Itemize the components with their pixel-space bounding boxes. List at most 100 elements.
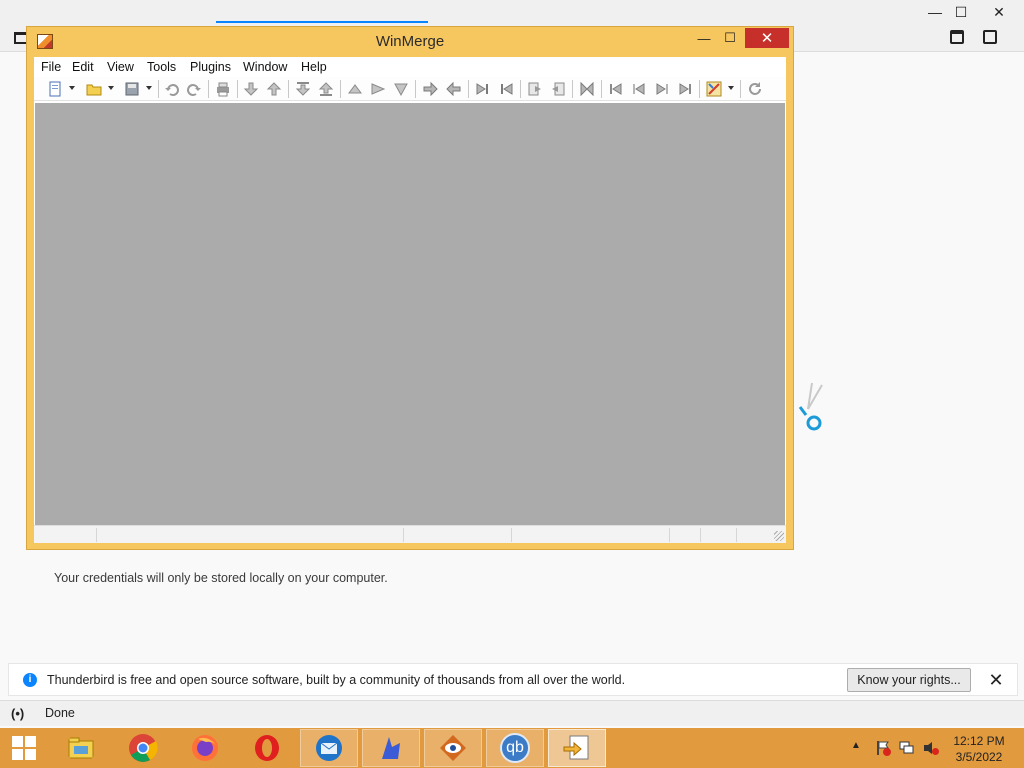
thunderbird-titlebar: — ☐ ✕: [0, 0, 1024, 26]
menu-help[interactable]: Help: [301, 60, 327, 74]
toolbar-separator: [520, 80, 521, 98]
menu-edit[interactable]: Edit: [72, 60, 94, 74]
nav-prev-icon[interactable]: [631, 81, 647, 97]
menu-view[interactable]: View: [107, 60, 134, 74]
first-diff-icon[interactable]: [295, 81, 311, 97]
copy-left-icon[interactable]: [446, 81, 462, 97]
notification-bar: i Thunderbird is free and open source so…: [8, 663, 1018, 696]
winmerge-window: WinMerge — ☐ ✕ File Edit View Tools Plug…: [26, 26, 794, 550]
status-pane: [669, 528, 670, 542]
winmerge-title: WinMerge: [375, 33, 445, 50]
credentials-note: Your credentials will only be stored loc…: [54, 571, 388, 585]
status-pane: [511, 528, 512, 542]
menu-file[interactable]: File: [41, 60, 61, 74]
toolbar-separator: [572, 80, 573, 98]
copy-right-advance-icon[interactable]: [475, 81, 491, 97]
status-pane: [403, 528, 404, 542]
winmerge-workspace: [35, 103, 785, 525]
toolbar-separator: [158, 80, 159, 98]
know-your-rights-button[interactable]: Know your rights...: [847, 668, 971, 692]
toolbar-separator: [415, 80, 416, 98]
save-icon[interactable]: [124, 81, 140, 97]
redo-icon[interactable]: [186, 81, 202, 97]
prev-diff-icon[interactable]: [266, 81, 282, 97]
thunderbird-task[interactable]: [300, 729, 358, 767]
merge-icon[interactable]: [579, 81, 595, 97]
open-dropdown-icon[interactable]: [108, 86, 114, 90]
winmerge-maximize-button[interactable]: ☐: [717, 28, 743, 48]
status-pane: [736, 528, 737, 542]
network-icon[interactable]: [899, 740, 915, 756]
file-explorer-icon: [68, 737, 94, 759]
new-icon[interactable]: [47, 81, 63, 97]
app-blue-task[interactable]: [362, 729, 420, 767]
thunderbird-close-button[interactable]: ✕: [984, 0, 1014, 24]
chrome-icon: [129, 734, 158, 762]
open-icon[interactable]: [86, 81, 102, 97]
next-conflict-icon[interactable]: [370, 81, 386, 97]
options-icon[interactable]: [706, 81, 722, 97]
winmerge-task-icon: [563, 735, 589, 760]
notification-text: Thunderbird is free and open source soft…: [47, 673, 626, 687]
toolbar-separator: [340, 80, 341, 98]
nav-next-icon[interactable]: [654, 81, 670, 97]
nav-first-icon[interactable]: [608, 81, 624, 97]
qbittorrent-task[interactable]: qb: [486, 729, 544, 767]
new-dropdown-icon[interactable]: [69, 86, 75, 90]
menu-tools[interactable]: Tools: [147, 60, 176, 74]
toolbar-separator: [601, 80, 602, 98]
file-explorer-task[interactable]: [52, 729, 110, 767]
firefox-task[interactable]: [176, 729, 234, 767]
online-status-icon[interactable]: (•): [11, 706, 24, 721]
tray-expand-icon[interactable]: ▲: [851, 740, 861, 751]
thunderbird-maximize-button[interactable]: ☐: [946, 0, 976, 24]
toolbar-separator: [468, 80, 469, 98]
calendar-icon[interactable]: [950, 30, 964, 44]
options-dropdown-icon[interactable]: [728, 86, 734, 90]
winmerge-titlebar[interactable]: WinMerge — ☐ ✕: [27, 27, 793, 56]
winmerge-minimize-button[interactable]: —: [691, 28, 717, 48]
app-eye-task[interactable]: [424, 729, 482, 767]
refresh-icon[interactable]: [747, 81, 763, 97]
taskbar: qb ▲ 12:12 PM 3/5/2022: [0, 728, 1024, 768]
print-icon[interactable]: [215, 81, 231, 97]
scissors-illustration-icon: [798, 382, 823, 431]
thunderbird-icon: [316, 735, 342, 761]
opera-task[interactable]: [238, 729, 296, 767]
winmerge-close-button[interactable]: ✕: [745, 28, 789, 48]
tasks-icon[interactable]: [983, 30, 997, 44]
save-dropdown-icon[interactable]: [146, 86, 152, 90]
nav-last-icon[interactable]: [677, 81, 693, 97]
notification-close-icon[interactable]: ✕: [984, 668, 1008, 692]
volume-muted-icon[interactable]: [923, 740, 939, 756]
active-tab-indicator: [216, 21, 428, 23]
toolbar-separator: [237, 80, 238, 98]
chrome-task[interactable]: [114, 729, 172, 767]
all-right-icon[interactable]: [527, 81, 543, 97]
winmerge-menubar: File Edit View Tools Plugins Window Help: [34, 57, 786, 77]
last-diff-icon[interactable]: [318, 81, 334, 97]
menu-window[interactable]: Window: [243, 60, 287, 74]
toolbar-separator: [740, 80, 741, 98]
next-diff-icon[interactable]: [243, 81, 259, 97]
resize-grip-icon[interactable]: [774, 531, 784, 541]
app-eye-icon: [440, 735, 466, 761]
prev-conflict-icon[interactable]: [393, 81, 409, 97]
windows-logo-icon: [12, 736, 36, 760]
action-center-flag-icon[interactable]: [875, 740, 891, 756]
current-diff-icon[interactable]: [347, 81, 363, 97]
undo-icon[interactable]: [164, 81, 180, 97]
all-left-icon[interactable]: [550, 81, 566, 97]
status-pane: [96, 528, 97, 542]
winmerge-task[interactable]: [548, 729, 606, 767]
toolbar-separator: [699, 80, 700, 98]
copy-left-advance-icon[interactable]: [498, 81, 514, 97]
thunderbird-statusbar: (•) Done: [0, 700, 1024, 726]
qbittorrent-icon: qb: [500, 733, 530, 763]
winmerge-statusbar: [34, 525, 786, 543]
system-clock[interactable]: 12:12 PM 3/5/2022: [944, 733, 1014, 765]
copy-right-icon[interactable]: [422, 81, 438, 97]
clock-date: 3/5/2022: [955, 750, 1003, 764]
start-button[interactable]: [0, 729, 48, 767]
menu-plugins[interactable]: Plugins: [190, 60, 231, 74]
